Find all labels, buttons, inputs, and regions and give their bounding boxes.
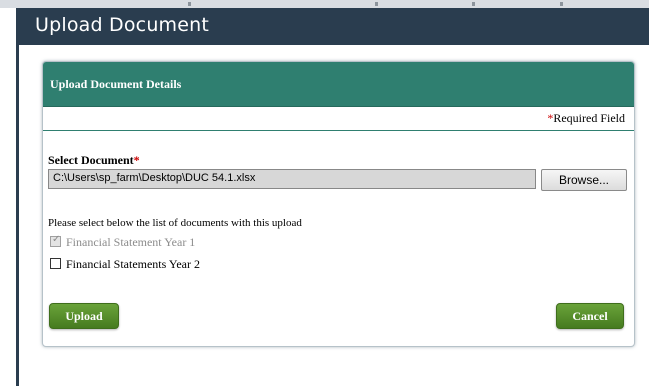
select-document-label: Select Document* bbox=[48, 153, 140, 168]
upload-details-panel: Upload Document Details *Required Field … bbox=[42, 61, 635, 347]
background-tick bbox=[472, 2, 475, 6]
dialog-title: Upload Document bbox=[35, 14, 210, 36]
required-field-note: *Required Field bbox=[547, 111, 625, 126]
financial-statement-year-1-checkbox bbox=[50, 234, 61, 247]
background-tick bbox=[188, 2, 191, 6]
dialog-left-border bbox=[16, 45, 19, 386]
file-path-input[interactable]: C:\Users\sp_farm\Desktop\DUC 54.1.xlsx bbox=[48, 169, 536, 189]
dialog-title-bar[interactable]: Upload Document bbox=[16, 8, 649, 45]
select-document-text: Select Document bbox=[48, 153, 134, 167]
required-field-label: Required Field bbox=[553, 111, 625, 125]
document-list-instructions: Please select below the list of document… bbox=[48, 217, 302, 229]
financial-statements-year-2-checkbox[interactable] bbox=[50, 258, 61, 269]
required-field-row: *Required Field bbox=[43, 106, 634, 131]
cancel-button[interactable]: Cancel bbox=[556, 303, 624, 329]
background-window-strip bbox=[0, 0, 649, 8]
required-star: * bbox=[133, 153, 140, 167]
upload-button[interactable]: Upload bbox=[49, 303, 119, 329]
panel-title: Upload Document Details bbox=[50, 77, 182, 91]
browse-button[interactable]: Browse... bbox=[541, 169, 627, 191]
background-tick bbox=[560, 2, 563, 6]
background-tick bbox=[375, 2, 378, 6]
checkbox-label[interactable]: Financial Statements Year 2 bbox=[66, 257, 200, 272]
checkbox-label: Financial Statement Year 1 bbox=[66, 235, 196, 249]
panel-header: Upload Document Details bbox=[43, 62, 634, 107]
